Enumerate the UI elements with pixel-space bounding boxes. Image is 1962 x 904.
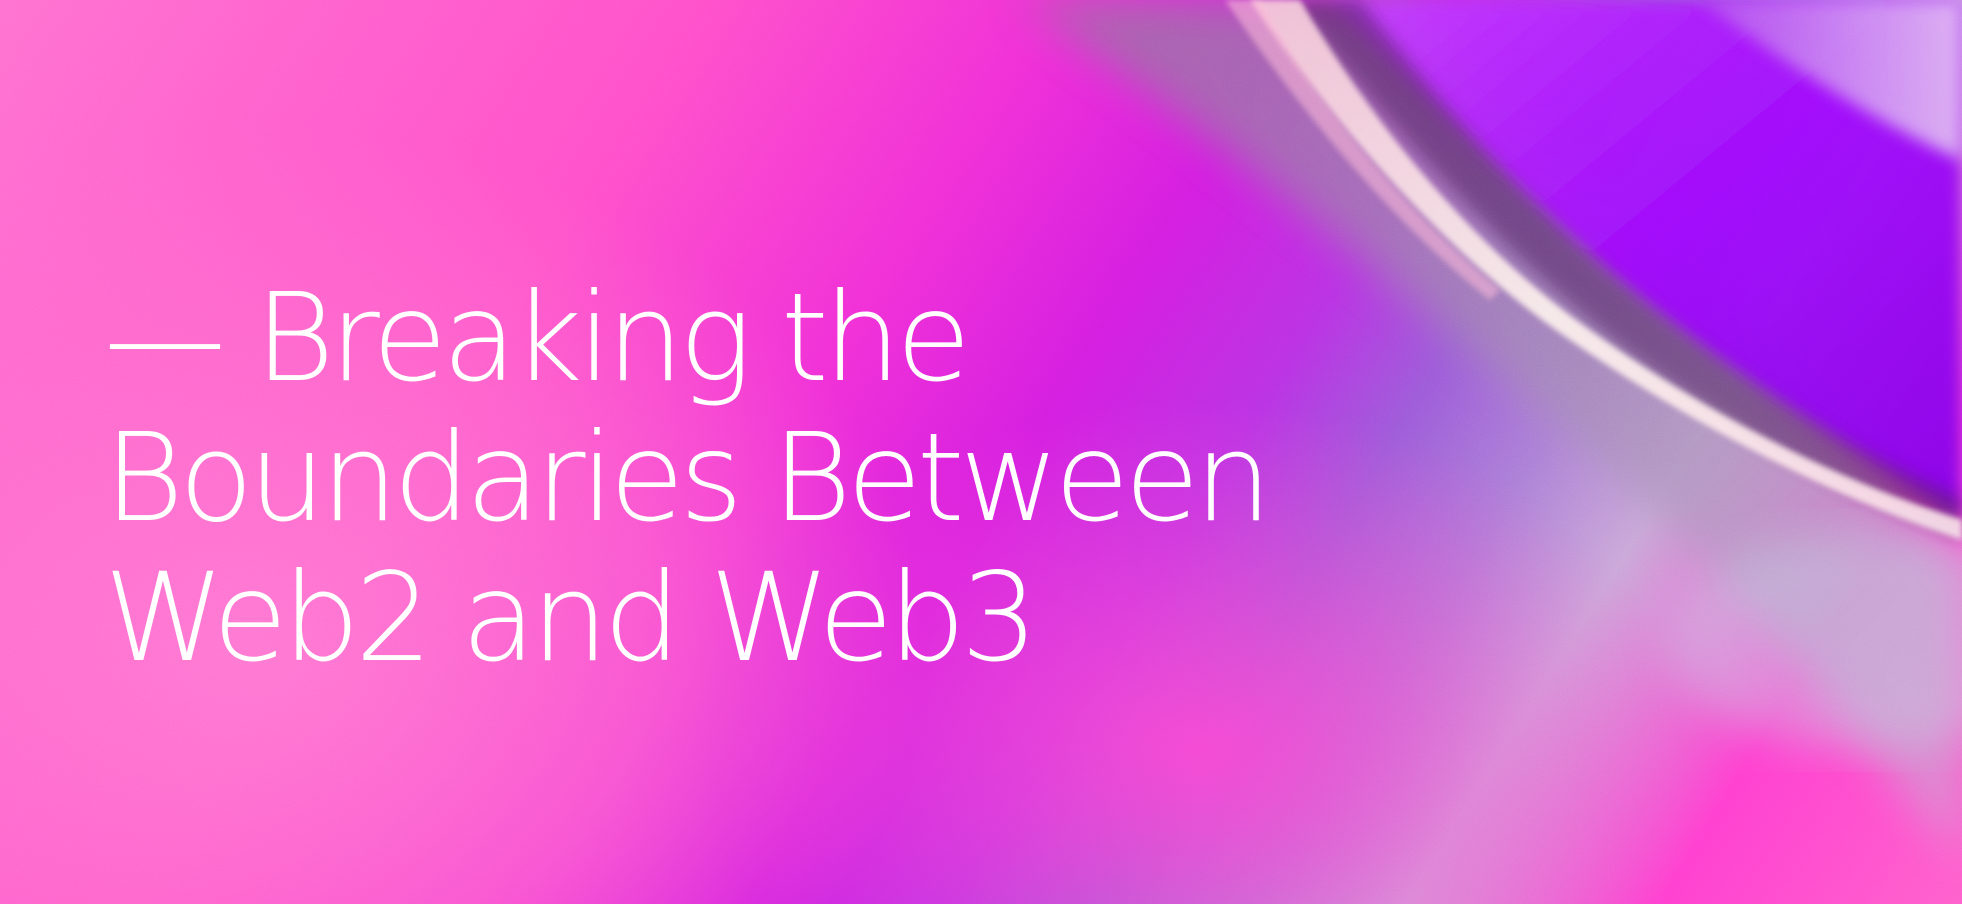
headline-line-2: Boundaries Between [104, 407, 1272, 549]
hero-banner: — Breaking the Boundaries Between Web2 a… [0, 0, 1962, 904]
headline-line-1: — Breaking the [104, 267, 971, 409]
hero-headline: — Breaking the Boundaries Between Web2 a… [104, 268, 1404, 688]
headline-line-3: Web2 and Web3 [104, 547, 1038, 689]
